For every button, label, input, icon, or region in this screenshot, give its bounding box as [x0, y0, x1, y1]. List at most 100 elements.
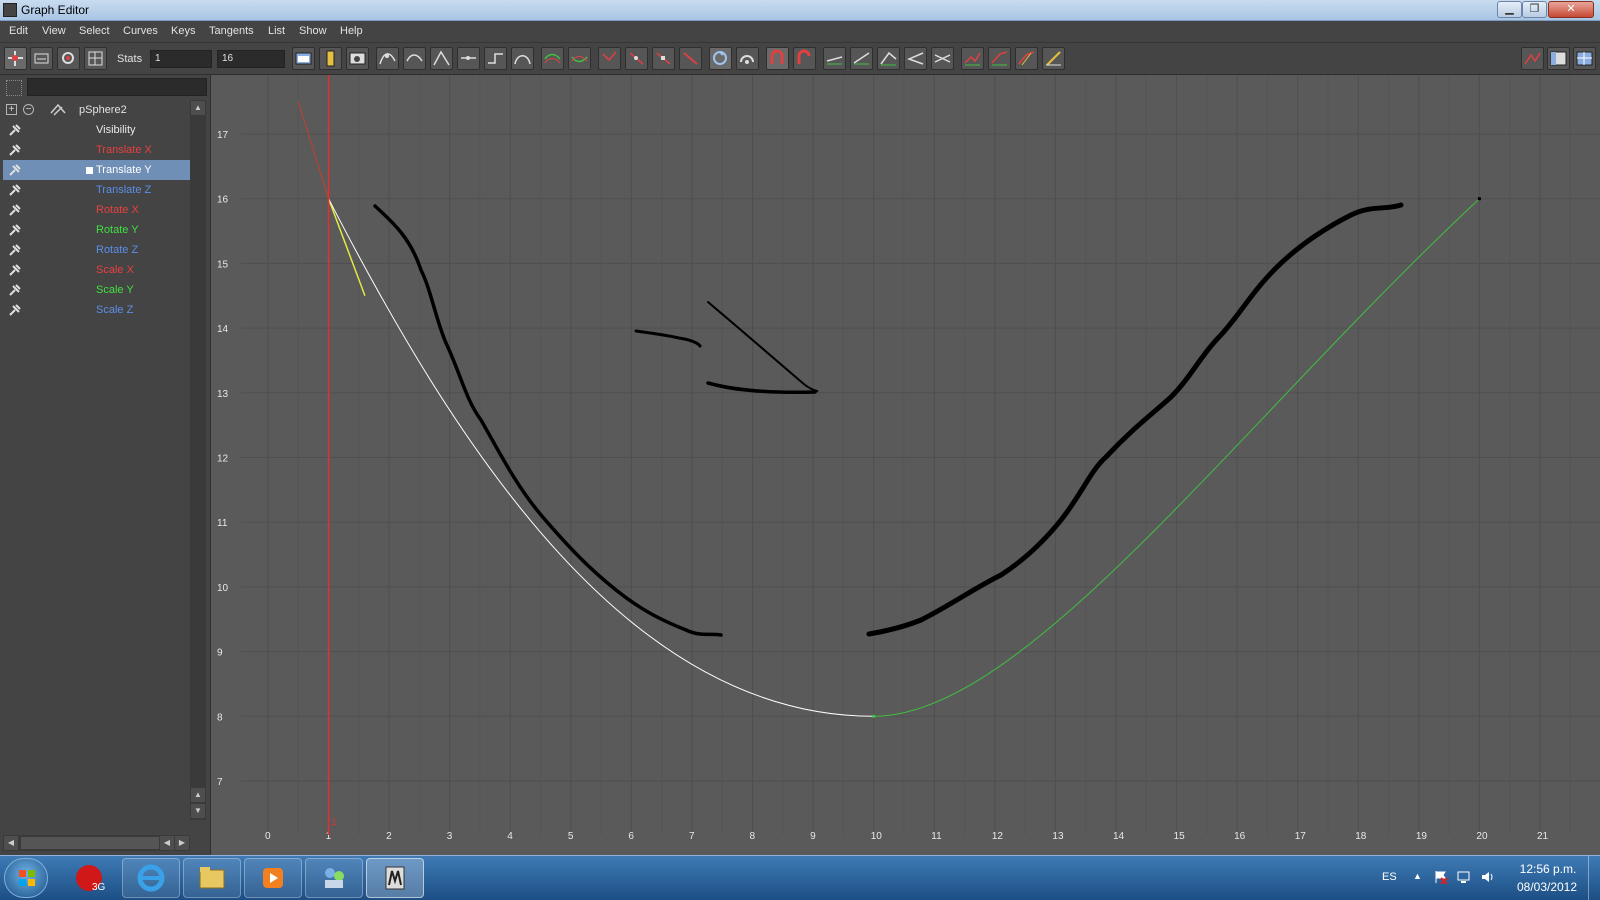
attribute-row[interactable]: Scale Y — [3, 280, 190, 300]
minimize-button[interactable]: ▁ — [1497, 1, 1522, 18]
taskbar-network[interactable] — [305, 858, 363, 898]
stats-time-field[interactable]: 1 — [150, 50, 212, 68]
value-snap-button[interactable] — [793, 47, 816, 70]
scroll-left-icon[interactable]: ◀ — [160, 836, 174, 850]
menu-keys[interactable]: Keys — [171, 25, 195, 37]
spline-tangents-button[interactable] — [376, 47, 399, 70]
flat-tangents-button[interactable] — [457, 47, 480, 70]
auto-load-button[interactable] — [709, 47, 732, 70]
dopesheet-layout-button[interactable] — [1547, 47, 1570, 70]
linear-tangents-button[interactable] — [430, 47, 453, 70]
menu-curves[interactable]: Curves — [123, 25, 158, 37]
load-selected-button[interactable] — [736, 47, 759, 70]
stats-value-field[interactable]: 16 — [217, 50, 285, 68]
show-hidden-icons-icon[interactable]: ▲ — [1413, 871, 1422, 881]
curve-view-layout-button[interactable] — [1521, 47, 1544, 70]
time-snap-button[interactable] — [766, 47, 789, 70]
collapse-icon[interactable]: − — [23, 104, 34, 115]
keyframe-mid[interactable] — [872, 714, 876, 718]
lock-tangent-weight-button[interactable] — [679, 47, 702, 70]
expand-all-icon[interactable]: + — [6, 104, 17, 115]
tangent-handle-yellow[interactable] — [327, 198, 366, 297]
unconstrained-drag-button[interactable] — [961, 47, 984, 70]
taskbar-3g-app[interactable]: 3G — [60, 858, 118, 898]
menu-tangents[interactable]: Tangents — [209, 25, 254, 37]
filter-icon[interactable] — [6, 80, 22, 96]
frame-selection-button[interactable] — [319, 47, 342, 70]
network-tray-icon[interactable] — [1456, 870, 1471, 884]
frame-all-icon — [295, 52, 312, 65]
frame-playback-range-button[interactable] — [346, 47, 369, 70]
scroll-down-icon[interactable]: ▼ — [191, 804, 205, 818]
show-desktop-button[interactable] — [1588, 856, 1600, 900]
swap-buffer-curves-button[interactable] — [568, 47, 591, 70]
graph-canvas[interactable]: 1716151413121110987 0 1 2 3 4 5 6 7 8 9 10 11 12 13 14… — [211, 75, 1600, 855]
denormalize-curves-button[interactable] — [850, 47, 873, 70]
denormalize-icon — [853, 52, 870, 65]
pre-infinity-cycle-button[interactable] — [877, 47, 900, 70]
taskbar-internet-explorer[interactable] — [122, 858, 180, 898]
clamped-tangents-button[interactable] — [403, 47, 426, 70]
post-infinity-button[interactable] — [931, 47, 954, 70]
x-tick-label: 2 — [386, 831, 392, 842]
menu-select[interactable]: Select — [79, 25, 110, 37]
menu-show[interactable]: Show — [299, 25, 327, 37]
app-window: Graph Editor ▁ ❐ ✕ Edit View Select Curv… — [0, 0, 1600, 900]
free-tangent-weight-button[interactable] — [652, 47, 675, 70]
outliner-filter-input[interactable] — [27, 78, 207, 96]
action-center-flag-icon[interactable] — [1433, 870, 1448, 884]
scroll-right-icon[interactable]: ▶ — [175, 836, 189, 850]
attribute-row[interactable]: Translate X — [3, 140, 190, 160]
outliner-vertical-scrollbar[interactable]: ▲ ▲ ▼ — [190, 100, 206, 820]
plateau-tangents-button[interactable] — [511, 47, 534, 70]
split-layout-button[interactable] — [1573, 47, 1596, 70]
menu-help[interactable]: Help — [340, 25, 363, 37]
menu-list[interactable]: List — [268, 25, 285, 37]
graph-view[interactable]: 17 16 15 14 13 12 11 10 9 8 7 0 1 2 3 4 5 6 7 8 9 10 11 12 13 14… — [211, 75, 1600, 855]
pre-infinity-offset-button[interactable] — [904, 47, 927, 70]
unify-tangents-button[interactable] — [625, 47, 648, 70]
current-frame-label: 1 — [332, 817, 337, 827]
attribute-row[interactable]: Translate Z — [3, 180, 190, 200]
clock-time[interactable]: 12:56 p.m. — [1517, 862, 1579, 876]
frame-all-button[interactable] — [292, 47, 315, 70]
isolate-curve-button[interactable] — [988, 47, 1011, 70]
taskbar-media-player[interactable] — [244, 858, 302, 898]
maximize-button[interactable]: ❐ — [1522, 1, 1547, 18]
buffer-curve-snapshot-button[interactable] — [541, 47, 564, 70]
menu-view[interactable]: View — [42, 25, 66, 37]
clock-date[interactable]: 08/03/2012 — [1513, 880, 1581, 894]
attribute-row[interactable]: Rotate Y — [3, 220, 190, 240]
tangent-handle-red[interactable] — [297, 101, 330, 199]
attribute-row[interactable]: Translate Y — [3, 160, 190, 180]
language-indicator[interactable]: ES — [1382, 871, 1397, 883]
volume-icon[interactable] — [1480, 870, 1495, 884]
add-key-tool-button[interactable] — [57, 47, 80, 70]
step-tangents-button[interactable] — [484, 47, 507, 70]
menu-edit[interactable]: Edit — [9, 25, 28, 37]
attribute-row[interactable]: Rotate Z — [3, 240, 190, 260]
attribute-row[interactable]: Visibility — [3, 120, 190, 140]
scroll-left-icon[interactable]: ◀ — [4, 836, 18, 850]
move-key-icon — [8, 51, 23, 66]
scroll-up-icon[interactable]: ▲ — [191, 788, 205, 802]
keyframe-end[interactable] — [1477, 197, 1481, 201]
lattice-deform-button[interactable] — [84, 47, 107, 70]
outliner-node-row[interactable]: + − pSphere2 — [3, 100, 190, 120]
outliner-horizontal-scrollbar[interactable]: ◀ ◀ ▶ — [3, 835, 190, 851]
taskbar-maya[interactable] — [366, 858, 424, 898]
close-button[interactable]: ✕ — [1548, 1, 1594, 18]
normalize-curves-button[interactable] — [823, 47, 846, 70]
move-key-tool-button[interactable] — [4, 47, 27, 70]
scroll-up-icon[interactable]: ▲ — [191, 101, 205, 115]
break-tangents-button[interactable] — [598, 47, 621, 70]
start-button[interactable] — [4, 858, 48, 898]
insert-key-tool-button[interactable] — [30, 47, 53, 70]
attribute-row[interactable]: Rotate X — [3, 200, 190, 220]
curve-filter-button[interactable] — [1042, 47, 1065, 70]
taskbar-explorer[interactable] — [183, 858, 241, 898]
attribute-row[interactable]: Scale Z — [3, 300, 190, 320]
retime-tool-button[interactable] — [1015, 47, 1038, 70]
scrollbar-thumb[interactable] — [21, 837, 159, 849]
attribute-row[interactable]: Scale X — [3, 260, 190, 280]
